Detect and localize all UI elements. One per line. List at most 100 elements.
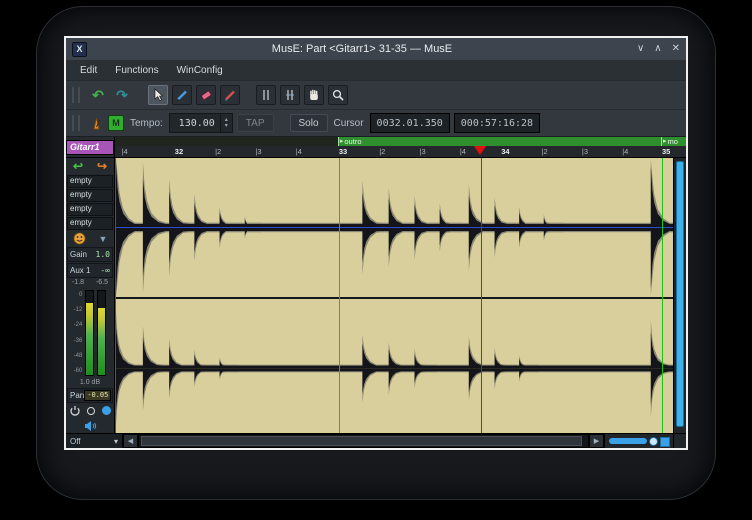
gain-row[interactable]: Gain 1.0 (67, 247, 113, 262)
window-title: MusE: Part <Gitarr1> 31-35 — MusE (87, 43, 637, 55)
window-icon: X (72, 42, 87, 57)
mono-toggle-icon[interactable] (87, 407, 95, 415)
prev-part-button[interactable]: ↩ (73, 159, 83, 173)
ruler-tick: |4 (122, 147, 128, 157)
transport-toolbar: M Tempo: 130.00 ▴ ▾ TAP Solo Cursor 0032… (66, 109, 686, 136)
ruler-tick: |3 (255, 147, 261, 157)
controller-select-icon[interactable]: ▼ (99, 234, 108, 244)
draw-tool-button[interactable] (220, 85, 240, 105)
menu-edit[interactable]: Edit (72, 63, 105, 78)
tempo-label: Tempo: (130, 118, 163, 129)
horizontal-scrollbar[interactable] (138, 434, 589, 448)
peak-left-value: -1.8 (72, 278, 84, 288)
range-tool-button[interactable] (256, 85, 276, 105)
zoom-button[interactable] (660, 437, 670, 447)
power-icon[interactable] (69, 405, 81, 417)
horizontal-scroll-thumb[interactable] (141, 436, 582, 446)
part-slot-2[interactable]: empty (67, 203, 113, 216)
cut-lines-icon (283, 88, 297, 102)
tempo-spinbox[interactable]: 130.00 ▴ ▾ (169, 113, 233, 133)
snap-dropdown-icon[interactable]: ▾ (114, 437, 118, 446)
vertical-scroll-thumb[interactable] (676, 161, 684, 427)
waveform-lane-left (116, 158, 673, 297)
ruler-tick: |4 (460, 147, 466, 157)
zoom-tool-button[interactable] (328, 85, 348, 105)
redo-button[interactable]: ↷ (112, 85, 132, 105)
tempo-spin-arrows[interactable]: ▴ ▾ (220, 114, 232, 132)
bottom-bar: Off ▾ ◀ ▶ (66, 433, 686, 448)
scroll-right-button[interactable]: ▶ (589, 434, 604, 448)
menu-functions[interactable]: Functions (107, 63, 166, 78)
pencil-tool-button[interactable] (172, 85, 192, 105)
part-slot-1[interactable]: empty (67, 189, 113, 202)
ruler-tick: |2 (379, 147, 385, 157)
tempo-value[interactable]: 130.00 (170, 114, 220, 132)
part-slot-0[interactable]: empty (67, 175, 113, 188)
maximize-button[interactable]: ∧ (654, 44, 661, 54)
playhead-marker[interactable] (474, 146, 486, 155)
listen-row (66, 418, 114, 433)
aux-value[interactable]: -∞ (100, 266, 110, 275)
marker-flag-icon: ▸ (340, 138, 344, 146)
metronome-icon (89, 116, 104, 131)
close-button[interactable]: ✕ (672, 44, 680, 54)
pan-tool-button[interactable] (304, 85, 324, 105)
main-area: ↩ ↪ emptyemptyemptyempty ▼ Gain 1.0 Aux … (66, 158, 686, 433)
marker-mo[interactable]: ▸mo (661, 137, 686, 146)
tap-tempo-button[interactable]: TAP (237, 114, 274, 132)
track-name-chip[interactable]: Gitarr1 (66, 140, 114, 155)
meter-scale: 0-12-24-36-48-60 (74, 290, 83, 376)
master-track-toggle[interactable]: M (108, 115, 124, 131)
shade-button[interactable]: ∨ (637, 44, 644, 54)
undo-button[interactable]: ↶ (88, 85, 108, 105)
meter-bar-left (85, 290, 94, 376)
spin-down-icon[interactable]: ▾ (225, 123, 228, 129)
snap-value[interactable]: Off (70, 437, 81, 446)
menubar: EditFunctionsWinConfig (66, 60, 686, 80)
meter-scale-label: -48 (74, 353, 83, 359)
eraser-tool-button[interactable] (196, 85, 216, 105)
magnifier-icon (331, 88, 345, 102)
solo-button[interactable]: Solo (290, 114, 328, 132)
ruler-tick: 32 (175, 147, 183, 157)
metronome-button[interactable] (88, 115, 104, 131)
marker-strip[interactable]: ▸outro▸mo (115, 137, 686, 146)
gain-value[interactable]: 1.0 (96, 250, 110, 259)
aux-row[interactable]: Aux 1 -∞ (67, 263, 113, 278)
muse-window: X MusE: Part <Gitarr1> 31-35 — MusE ∨ ∧ … (64, 36, 688, 450)
scroll-left-button[interactable]: ◀ (123, 434, 138, 448)
range-lines-icon (259, 88, 273, 102)
marker-label: mo (668, 137, 678, 146)
zoom-slider-handle[interactable] (649, 437, 658, 446)
marker-outro[interactable]: ▸outro (338, 137, 662, 146)
toolbar-handle[interactable] (72, 115, 80, 131)
pointer-tool-button[interactable] (148, 85, 168, 105)
ruler-tick: 33 (339, 147, 347, 157)
meter-scale-label: -24 (74, 322, 83, 328)
zoom-slider[interactable] (604, 434, 673, 448)
menu-winconfig[interactable]: WinConfig (169, 63, 231, 78)
speaker-icon[interactable] (84, 420, 97, 432)
timeline-ruler[interactable]: ▸outro▸mo |432|2|3|433|2|3|434|2|3|435 (115, 137, 686, 157)
snap-selector[interactable]: Off ▾ (66, 434, 123, 448)
toolbar-handle[interactable] (72, 87, 80, 103)
marker-flag-icon: ▸ (663, 138, 667, 146)
wave-canvas[interactable] (115, 158, 673, 433)
next-part-button[interactable]: ↪ (97, 159, 107, 173)
meter-scale-label: -60 (74, 368, 83, 374)
cursor-time-readout: 000:57:16:28 (454, 113, 540, 133)
cut-tool-button[interactable] (280, 85, 300, 105)
vertical-scrollbar[interactable] (673, 158, 686, 433)
stereo-toggle-icon[interactable] (102, 406, 111, 415)
ruler-tick: |2 (542, 147, 548, 157)
pan-row[interactable]: Pan -0.05 (67, 388, 113, 403)
titlebar[interactable]: X MusE: Part <Gitarr1> 31-35 — MusE ∨ ∧ … (66, 38, 686, 60)
smiley-icon[interactable] (73, 232, 86, 245)
zoom-slider-track[interactable] (609, 438, 647, 444)
pencil-icon (175, 88, 189, 102)
part-slot-3[interactable]: empty (67, 217, 113, 230)
peak-values-row: -1.8 -6.5 (66, 278, 114, 288)
track-info-panel: ↩ ↪ emptyemptyemptyempty ▼ Gain 1.0 Aux … (66, 158, 115, 433)
pan-value[interactable]: -0.05 (84, 390, 111, 401)
draw-pencil-icon (223, 88, 237, 102)
